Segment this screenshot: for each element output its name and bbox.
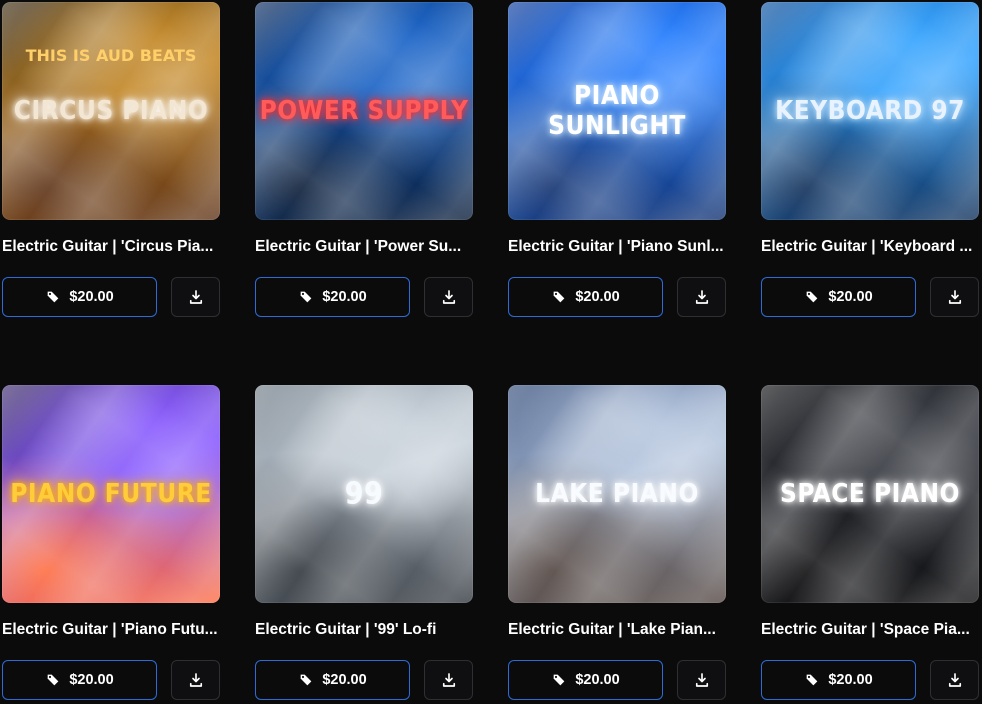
- beat-title[interactable]: Electric Guitar | 'Power Su...: [255, 238, 475, 256]
- cover-art[interactable]: PIANO SUNLIGHT: [508, 2, 726, 220]
- cover-title: LAKE PIANO: [535, 479, 699, 509]
- price-label: $20.00: [828, 672, 873, 688]
- beat-title[interactable]: Electric Guitar | 'Piano Sunl...: [508, 238, 728, 256]
- tag-icon: [551, 672, 567, 688]
- tag-icon: [298, 672, 314, 688]
- price-label: $20.00: [322, 672, 367, 688]
- download-icon: [187, 671, 205, 689]
- download-button[interactable]: [424, 277, 473, 317]
- download-button[interactable]: [677, 277, 726, 317]
- tag-icon: [45, 672, 61, 688]
- cover-title: SPACE PIANO: [780, 479, 960, 509]
- download-icon: [693, 288, 711, 306]
- beat-title[interactable]: Electric Guitar | 'Lake Pian...: [508, 621, 728, 639]
- cover-title: CIRCUS PIANO: [13, 96, 209, 126]
- cover-art[interactable]: SPACE PIANO: [761, 385, 979, 603]
- download-icon: [693, 671, 711, 689]
- cover-title: PIANO SUNLIGHT: [548, 81, 686, 141]
- buy-button[interactable]: $20.00: [508, 277, 663, 317]
- cover-art[interactable]: PIANO FUTURE: [2, 385, 220, 603]
- cover-art[interactable]: CIRCUS PIANO THIS IS AUD BEATS: [2, 2, 220, 220]
- price-label: $20.00: [828, 289, 873, 305]
- buy-button[interactable]: $20.00: [2, 660, 157, 700]
- buy-button[interactable]: $20.00: [2, 277, 157, 317]
- download-button[interactable]: [424, 660, 473, 700]
- cover-art[interactable]: POWER SUPPLY: [255, 2, 473, 220]
- buy-button[interactable]: $20.00: [761, 277, 916, 317]
- download-button[interactable]: [930, 660, 979, 700]
- cover-art[interactable]: KEYBOARD 97: [761, 2, 979, 220]
- tag-icon: [45, 289, 61, 305]
- cover-title: PIANO FUTURE: [10, 479, 212, 509]
- cover-art[interactable]: 99: [255, 385, 473, 603]
- download-button[interactable]: [930, 277, 979, 317]
- download-icon: [946, 288, 964, 306]
- download-button[interactable]: [171, 660, 220, 700]
- tag-icon: [551, 289, 567, 305]
- tag-icon: [298, 289, 314, 305]
- price-label: $20.00: [575, 672, 620, 688]
- cover-art[interactable]: LAKE PIANO: [508, 385, 726, 603]
- cover-title: KEYBOARD 97: [775, 96, 965, 126]
- beat-title[interactable]: Electric Guitar | '99' Lo-fi: [255, 621, 475, 639]
- cover-title: POWER SUPPLY: [259, 96, 469, 126]
- price-label: $20.00: [322, 289, 367, 305]
- beat-title[interactable]: Electric Guitar | 'Space Pia...: [761, 621, 981, 639]
- buy-button[interactable]: $20.00: [255, 277, 410, 317]
- buy-button[interactable]: $20.00: [255, 660, 410, 700]
- buy-button[interactable]: $20.00: [761, 660, 916, 700]
- cover-subtitle: THIS IS AUD BEATS: [25, 46, 197, 65]
- download-button[interactable]: [677, 660, 726, 700]
- beat-grid: CIRCUS PIANO THIS IS AUD BEATS Electric …: [0, 0, 982, 704]
- price-label: $20.00: [69, 672, 114, 688]
- buy-button[interactable]: $20.00: [508, 660, 663, 700]
- cover-title: 99: [344, 476, 384, 512]
- beat-title[interactable]: Electric Guitar | 'Piano Futu...: [2, 621, 222, 639]
- tag-icon: [804, 289, 820, 305]
- download-icon: [440, 288, 458, 306]
- download-icon: [187, 288, 205, 306]
- download-icon: [946, 671, 964, 689]
- tag-icon: [804, 672, 820, 688]
- beat-title[interactable]: Electric Guitar | 'Circus Pia...: [2, 238, 222, 256]
- price-label: $20.00: [575, 289, 620, 305]
- beat-title[interactable]: Electric Guitar | 'Keyboard ...: [761, 238, 981, 256]
- download-icon: [440, 671, 458, 689]
- download-button[interactable]: [171, 277, 220, 317]
- price-label: $20.00: [69, 289, 114, 305]
